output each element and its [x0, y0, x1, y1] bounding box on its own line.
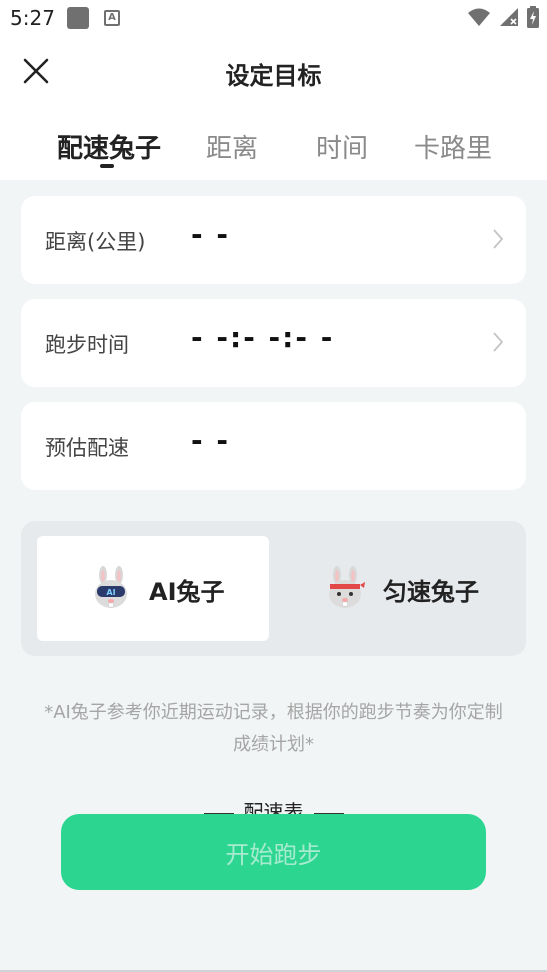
app-notification-icon: A [104, 10, 120, 26]
running-time-label: 跑步时间 [45, 333, 129, 357]
bunny-mode-selector: AI AI兔子 匀速兔子 [21, 521, 526, 656]
chevron-right-icon [493, 332, 504, 352]
svg-text:AI: AI [106, 588, 115, 597]
page-title: 设定目标 [225, 62, 322, 90]
status-bar: 5:27 A [0, 0, 547, 36]
status-time: 5:27 [10, 6, 55, 30]
estimated-pace-card: 预估配速 - - [21, 402, 526, 490]
header: 设定目标 配速兔子 距离 时间 卡路里 [0, 36, 547, 180]
distance-value: - - [191, 218, 230, 251]
ai-bunny-note: *AI兔子参考你近期运动记录，根据你的跑步节奏为你定制成绩计划* [44, 702, 503, 755]
running-time-value: - -:- -:- - [191, 321, 335, 354]
mode-steady-bunny[interactable]: 匀速兔子 [271, 536, 503, 641]
tab-pace-bunny[interactable]: 配速兔子 [57, 128, 161, 165]
estimated-pace-value: - - [191, 424, 230, 457]
tab-bar: 配速兔子 距离 时间 卡路里 [0, 128, 547, 172]
mode-ai-bunny-label: AI兔子 [149, 578, 225, 606]
mode-ai-bunny[interactable]: AI AI兔子 [37, 536, 269, 641]
battery-icon [527, 6, 539, 28]
distance-label: 距离(公里) [45, 230, 146, 254]
tab-time[interactable]: 时间 [316, 128, 368, 165]
chevron-right-icon [493, 229, 504, 249]
tab-indicator [100, 164, 114, 168]
tab-distance[interactable]: 距离 [206, 128, 258, 165]
status-indicators [467, 6, 539, 28]
mode-steady-bunny-label: 匀速兔子 [383, 578, 479, 606]
notification-icon [67, 7, 89, 29]
running-time-card[interactable]: 跑步时间 - -:- -:- - [21, 299, 526, 387]
bunny-headband-icon [329, 566, 365, 608]
wifi-icon [468, 8, 490, 26]
ai-bunny-icon: AI [95, 566, 127, 608]
distance-card[interactable]: 距离(公里) - - [21, 196, 526, 284]
start-running-button[interactable]: 开始跑步 [61, 814, 486, 890]
estimated-pace-label: 预估配速 [45, 436, 129, 460]
tab-calories[interactable]: 卡路里 [414, 128, 492, 165]
signal-icon [500, 8, 518, 26]
